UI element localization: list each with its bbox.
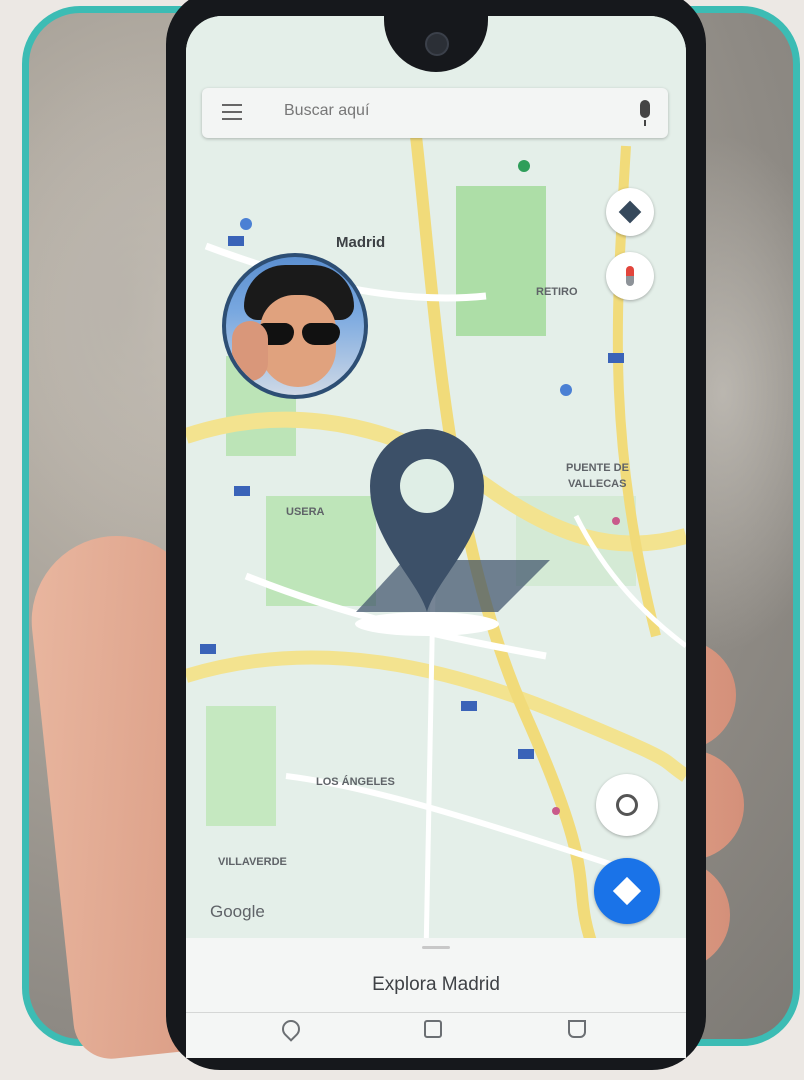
google-attribution: Google: [210, 902, 265, 921]
map-district-label: LOS ÁNGELES: [316, 776, 395, 788]
avatar: [222, 253, 368, 399]
directions-button[interactable]: [594, 858, 660, 924]
my-location-button[interactable]: [596, 774, 658, 836]
search-input[interactable]: Buscar aquí: [284, 102, 369, 120]
compass-icon: [626, 266, 634, 286]
map-district-label: VILLAVERDE: [218, 856, 287, 868]
map-district-label: PUENTE DE: [566, 462, 629, 474]
directions-icon: [612, 876, 642, 906]
divider: [186, 1012, 686, 1013]
avatar-photo: [226, 257, 364, 395]
menu-icon[interactable]: [222, 104, 242, 122]
map-city-label: Madrid: [336, 234, 386, 251]
phone-screen: Madrid PUENTE DE VALLECAS USERA VILLAVER…: [186, 16, 686, 1056]
explore-icon[interactable]: [278, 1016, 304, 1042]
microphone-icon[interactable]: [640, 100, 650, 126]
map-district-label: USERA: [286, 506, 325, 518]
layers-button[interactable]: [606, 188, 654, 236]
map-district-label: VALLECAS: [568, 478, 627, 490]
commute-icon[interactable]: [424, 1020, 442, 1038]
drag-handle[interactable]: [422, 946, 450, 949]
bottom-sheet[interactable]: Explora Madrid: [186, 938, 686, 1058]
saved-icon[interactable]: [568, 1020, 586, 1038]
my-location-icon: [616, 794, 638, 816]
compass-button[interactable]: [606, 252, 654, 300]
explore-title[interactable]: Explora Madrid: [186, 974, 686, 996]
layers-icon: [618, 200, 642, 224]
map-district-label: RETIRO: [536, 286, 578, 298]
status-bar: [200, 30, 680, 54]
search-bar[interactable]: Buscar aquí: [202, 88, 668, 138]
